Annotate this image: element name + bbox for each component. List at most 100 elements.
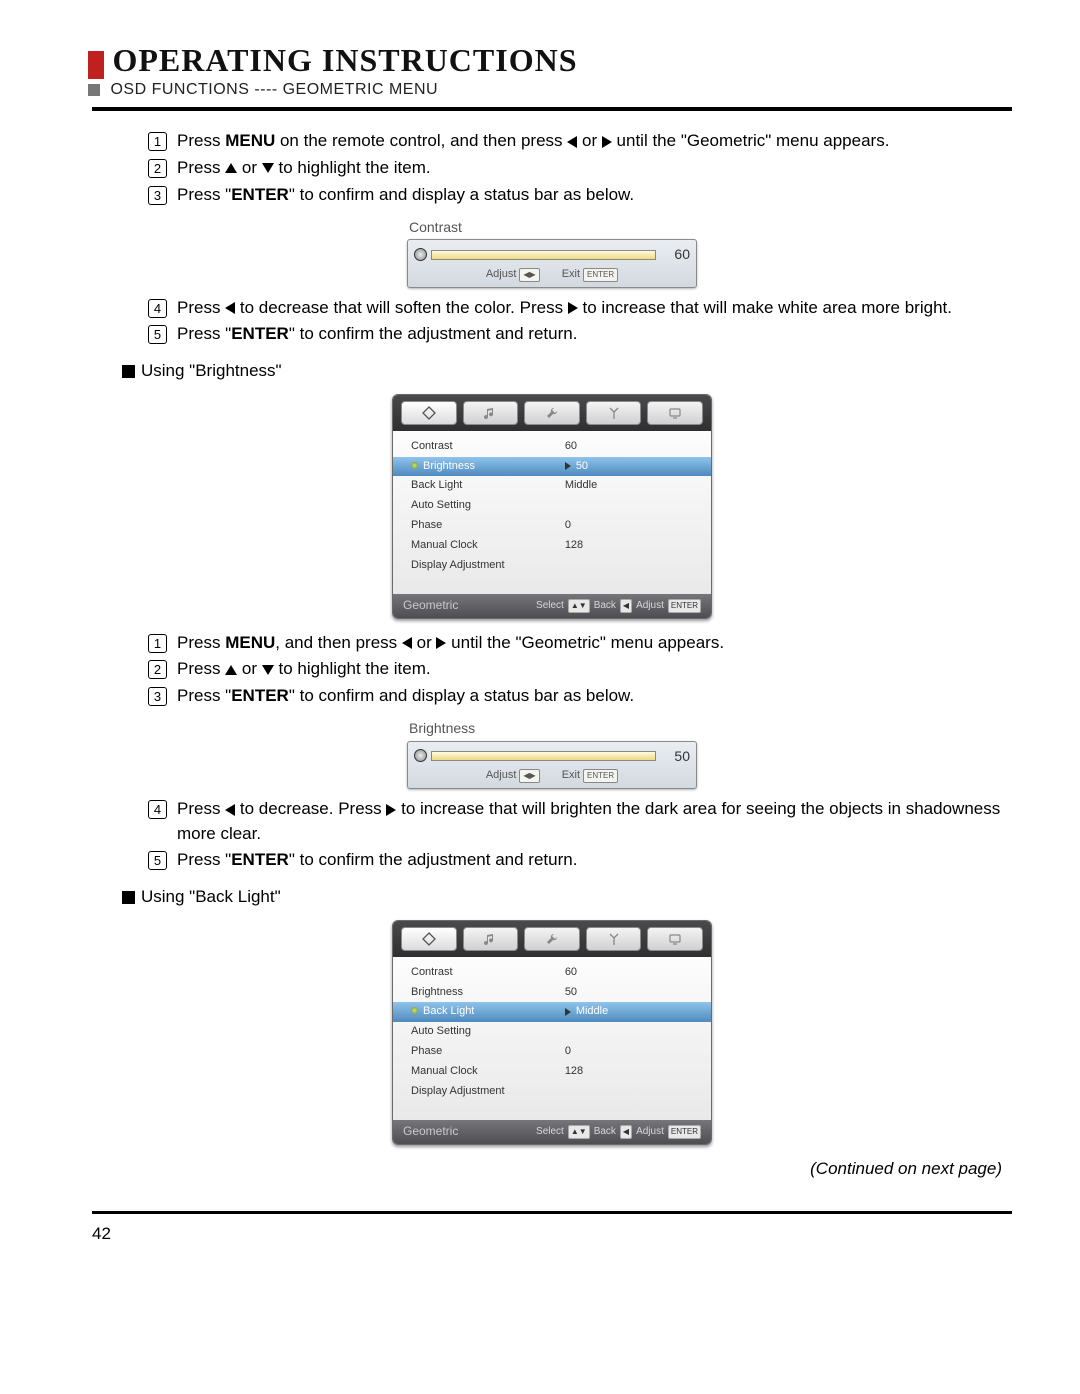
diamond-icon — [422, 406, 436, 420]
antenna-icon — [607, 406, 621, 420]
osd-row: Manual Clock128 — [393, 536, 711, 556]
adjust-hint: Adjust ◀▶ — [486, 267, 540, 283]
right-arrow-icon — [386, 804, 396, 816]
left-arrow-icon — [225, 302, 235, 314]
osd-row: Brightness50 — [393, 457, 711, 477]
osd-row-label: Brightness — [411, 985, 565, 1001]
step-1: 1 Press MENU on the remote control, and … — [148, 129, 1012, 154]
osd-tab-pc — [647, 927, 703, 951]
step-number-icon: 5 — [148, 325, 167, 344]
exit-hint: Exit ENTER — [562, 768, 618, 784]
up-arrow-icon — [225, 665, 237, 675]
step-text: Press "ENTER" to confirm and display a s… — [177, 183, 1012, 208]
slider-track — [431, 250, 656, 260]
steps-b-top: 1 Press MENU, and then press or until th… — [148, 631, 1012, 709]
right-arrow-icon — [436, 637, 446, 649]
down-arrow-icon — [262, 163, 274, 173]
left-key-icon: ◀ — [620, 599, 632, 613]
osd-row-value: Middle — [565, 478, 693, 494]
enter-key-icon: ENTER — [583, 769, 618, 783]
osd-tab-music — [463, 401, 519, 425]
step-number-icon: 3 — [148, 687, 167, 706]
music-icon — [483, 932, 497, 946]
osd-row: Auto Setting — [393, 496, 711, 516]
osd-row: Auto Setting — [393, 1022, 711, 1042]
osd-row-label: Auto Setting — [411, 1024, 565, 1040]
red-accent-bar — [88, 51, 104, 79]
osd-row: Phase0 — [393, 1042, 711, 1062]
osd-row-value: 128 — [565, 1064, 693, 1080]
osd-row-label: Display Adjustment — [411, 558, 565, 574]
lr-key-icon: ◀▶ — [519, 268, 539, 282]
wrench-icon — [545, 932, 559, 946]
right-arrow-icon — [568, 302, 578, 314]
step-text: Press or to highlight the item. — [177, 657, 1012, 682]
osd-menu-name: Geometric — [403, 1123, 520, 1140]
updown-key-icon: ▲▼ — [568, 599, 590, 613]
osd-row-value: 128 — [565, 538, 693, 554]
wrench-icon — [545, 406, 559, 420]
lr-key-icon: ◀▶ — [519, 769, 539, 783]
left-arrow-icon — [567, 136, 577, 148]
osd-tab-geometric — [401, 401, 457, 425]
step-text: Press "ENTER" to confirm and display a s… — [177, 684, 1012, 709]
osd-row-value: Middle — [565, 1004, 693, 1020]
page-number: 42 — [92, 1224, 1012, 1244]
step-3: 3 Press "ENTER" to confirm and display a… — [148, 183, 1012, 208]
osd-row-label: Contrast — [411, 965, 565, 981]
osd-footer: Geometric Select▲▼ Back◀ AdjustENTER — [393, 594, 711, 617]
step-number-icon: 3 — [148, 186, 167, 205]
osd-row: Back LightMiddle — [393, 476, 711, 496]
step-1: 1 Press MENU, and then press or until th… — [148, 631, 1012, 656]
osd-row-value — [565, 1024, 693, 1040]
enter-key-icon: ENTER — [668, 599, 701, 613]
step-text: Press "ENTER" to confirm the adjustment … — [177, 322, 1012, 347]
osd-tab-music — [463, 927, 519, 951]
osd-row: Brightness50 — [393, 983, 711, 1003]
osd-menu-backlight: Contrast60Brightness50Back LightMiddleAu… — [392, 920, 712, 1145]
step-text: Press MENU, and then press or until the … — [177, 631, 1012, 656]
osd-menu-name: Geometric — [403, 597, 520, 614]
step-2: 2 Press or to highlight the item. — [148, 657, 1012, 682]
osd-row: Phase0 — [393, 516, 711, 536]
step-number-icon: 2 — [148, 660, 167, 679]
osd-menu-brightness: Contrast60Brightness50Back LightMiddleAu… — [392, 394, 712, 619]
step-number-icon: 2 — [148, 159, 167, 178]
contrast-slider-figure: Contrast 60 Adjust ◀▶ Exit ENTER — [407, 217, 697, 288]
header-block: OPERATING INSTRUCTIONS OSD FUNCTIONS ---… — [88, 42, 1012, 99]
manual-page: OPERATING INSTRUCTIONS OSD FUNCTIONS ---… — [0, 0, 1080, 1394]
osd-tab-tools — [524, 927, 580, 951]
osd-tab-tv — [586, 927, 642, 951]
slider-value: 50 — [660, 746, 690, 766]
step-text: Press to decrease that will soften the c… — [177, 296, 1012, 321]
antenna-icon — [607, 932, 621, 946]
step-number-icon: 1 — [148, 132, 167, 151]
slider-box: 50 Adjust ◀▶ Exit ENTER — [407, 741, 697, 789]
grey-bullet-icon — [88, 84, 100, 96]
step-number-icon: 1 — [148, 634, 167, 653]
brightness-section-header: Using "Brightness" — [122, 359, 1012, 384]
left-key-icon: ◀ — [620, 1125, 632, 1139]
sub-heading-row: OSD FUNCTIONS ---- GEOMETRIC MENU — [88, 81, 1012, 99]
continued-note: (Continued on next page) — [92, 1157, 1012, 1182]
osd-row-value — [565, 498, 693, 514]
osd-row-label: Brightness — [411, 459, 565, 475]
osd-row: Display Adjustment — [393, 556, 711, 576]
step-3: 3 Press "ENTER" to confirm and display a… — [148, 684, 1012, 709]
osd-footer: Geometric Select▲▼ Back◀ AdjustENTER — [393, 1120, 711, 1143]
osd-row: Back LightMiddle — [393, 1002, 711, 1022]
step-4: 4 Press to decrease that will soften the… — [148, 296, 1012, 321]
osd-row-value: 60 — [565, 965, 693, 981]
step-number-icon: 4 — [148, 299, 167, 318]
step-text: Press MENU on the remote control, and th… — [177, 129, 1012, 154]
slider-track — [431, 751, 656, 761]
adjust-hint: Adjust ◀▶ — [486, 768, 540, 784]
down-arrow-icon — [262, 665, 274, 675]
osd-body: Contrast60Brightness50Back LightMiddleAu… — [393, 957, 711, 1121]
osd-row-value — [565, 558, 693, 574]
osd-row-value: 50 — [565, 985, 693, 1001]
slider-label: Brightness — [409, 718, 697, 738]
step-5: 5 Press "ENTER" to confirm the adjustmen… — [148, 322, 1012, 347]
steps-b-bottom: 4 Press to decrease. Press to increase t… — [148, 797, 1012, 873]
step-2: 2 Press or to highlight the item. — [148, 156, 1012, 181]
